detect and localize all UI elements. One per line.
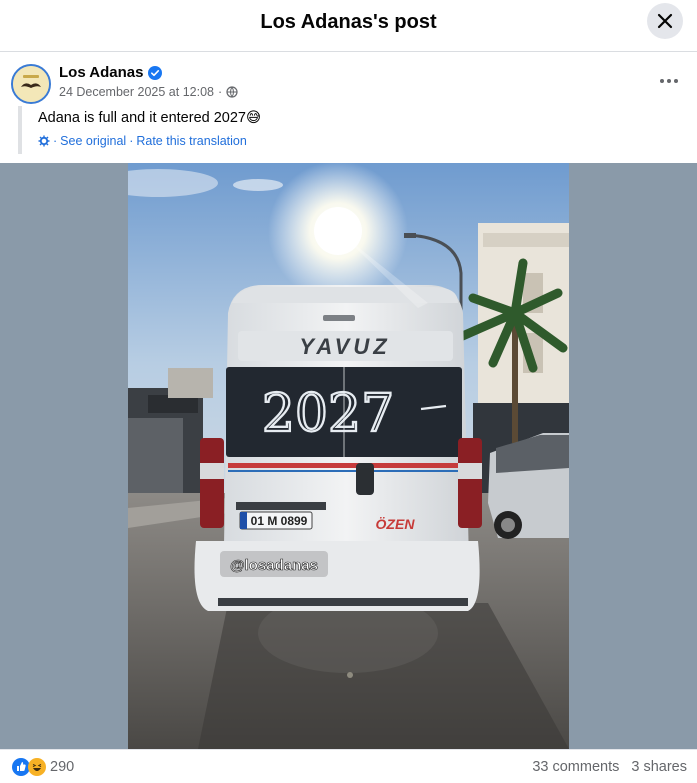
translation-row: · See original · Rate this translation xyxy=(38,134,261,148)
author-avatar[interactable] xyxy=(11,64,51,104)
translation-separator-2: · xyxy=(129,134,134,148)
rate-translation-link[interactable]: Rate this translation xyxy=(136,134,246,148)
post-text: Adana is full and it entered 2027😅 xyxy=(38,110,262,126)
comments-count[interactable]: 33 comments xyxy=(532,759,619,775)
watermark-text: @losadanas xyxy=(230,557,318,574)
post-photo[interactable]: YAVUZ 2027 01 M 0899 ÖZEN @losadanas xyxy=(128,163,569,749)
modal-title: Los Adanas's post xyxy=(260,11,437,33)
post-body: Adana is full and it entered 2027😅 · See… xyxy=(18,106,261,154)
reaction-summary[interactable]: 290 xyxy=(12,758,74,776)
close-button[interactable] xyxy=(647,3,683,39)
post-footer: 290 33 comments 3 shares xyxy=(0,749,697,783)
reaction-icons xyxy=(12,758,46,776)
verified-badge-icon xyxy=(148,65,163,80)
post-timestamp[interactable]: 24 December 2025 at 12:08 xyxy=(59,85,214,99)
modal-header: Los Adanas's post xyxy=(0,0,697,52)
more-options-button[interactable] xyxy=(657,69,681,93)
photo-stage: YAVUZ 2027 01 M 0899 ÖZEN @losadanas xyxy=(0,163,697,749)
more-options-icon xyxy=(660,79,678,83)
rear-window-text: 2027 xyxy=(262,384,394,444)
globe-icon xyxy=(226,86,238,98)
license-plate-text: 01 M 0899 xyxy=(251,514,308,528)
van-photo: YAVUZ 2027 01 M 0899 ÖZEN @losadanas xyxy=(128,163,569,749)
post-header: Los Adanas 24 December 2025 at 12:08 · A… xyxy=(0,53,697,163)
close-icon xyxy=(657,13,673,29)
see-original-link[interactable]: See original xyxy=(60,134,126,148)
reaction-count: 290 xyxy=(50,759,75,775)
shares-count[interactable]: 3 shares xyxy=(631,759,687,775)
mustache-logo-icon xyxy=(13,66,49,102)
haha-reaction-icon xyxy=(28,758,46,776)
translation-separator: · xyxy=(53,134,58,148)
side-brand-text: ÖZEN xyxy=(376,516,416,532)
meta-separator: · xyxy=(217,85,223,99)
van-brand-text: YAVUZ xyxy=(299,334,390,359)
gear-icon xyxy=(38,135,50,147)
author-name[interactable]: Los Adanas xyxy=(59,64,143,81)
